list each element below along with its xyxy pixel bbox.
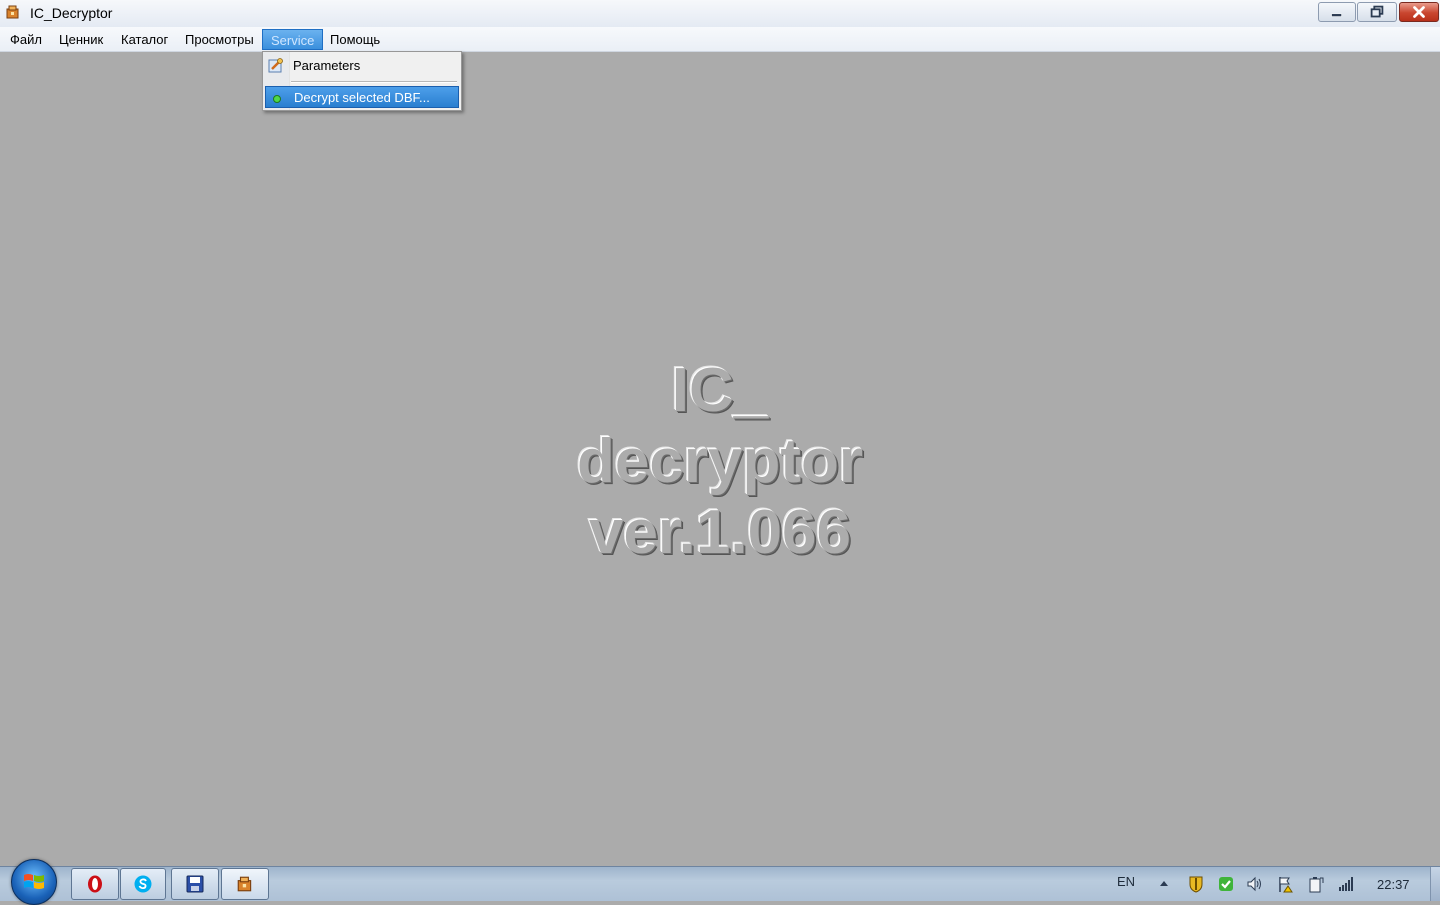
taskbar-skype-button[interactable] [120,868,166,900]
app-icon[interactable] [5,4,21,20]
opera-icon [88,875,102,893]
taskbar-opera-button[interactable] [71,868,119,900]
parameters-icon [268,58,283,73]
close-icon [1413,6,1425,18]
antivirus-shield-icon[interactable] [1187,875,1205,893]
splash-line-product-prefix: IC_ [671,356,769,425]
title-bar: IC_Decryptor [0,0,1440,28]
restore-icon [1370,5,1384,18]
start-button[interactable] [11,859,57,905]
service-menu-dropdown: Parameters Decrypt selected DBF... [262,51,462,111]
green-dot-icon [273,95,281,103]
window-title: IC_Decryptor [30,5,113,21]
splash-logo-text: IC_ decryptor ver.1.066 [520,355,920,568]
action-center-flag-icon[interactable] [1277,875,1295,893]
menu-bar: Файл Ценник Каталог Просмотры Service По… [0,27,1440,52]
taskbar: EN 22:37 [0,859,1440,905]
splash-line-version: ver.1.066 [588,498,852,567]
menu-item-label: Decrypt selected DBF... [294,90,430,105]
windows-logo-icon [24,874,44,889]
network-signal-icon[interactable] [1337,875,1355,893]
menu-catalog[interactable]: Каталог [113,29,176,50]
floppy-disk-icon [186,875,204,893]
restore-button[interactable] [1357,2,1397,22]
menu-file[interactable]: Файл [2,29,50,50]
menu-service[interactable]: Service [262,29,324,50]
close-button[interactable] [1399,2,1439,22]
show-desktop-button[interactable] [1430,867,1440,901]
menu-price-tag[interactable]: Ценник [51,29,111,50]
minimize-icon [1331,13,1342,17]
system-clock[interactable]: 22:37 [1377,877,1410,892]
show-hidden-icons-arrow-icon[interactable] [1155,875,1173,893]
language-indicator[interactable]: EN [1117,874,1135,889]
power-battery-icon[interactable] [1307,875,1325,893]
taskbar-save-app-button[interactable] [171,868,219,900]
volume-icon[interactable] [1246,875,1264,893]
splash-line-product-name: decryptor [577,427,863,496]
security-check-icon[interactable] [1217,875,1235,893]
menu-item-decrypt-selected-dbf[interactable]: Decrypt selected DBF... [265,86,459,108]
skype-icon [134,875,152,893]
menu-item-parameters[interactable]: Parameters [265,55,459,77]
menu-views[interactable]: Просмотры [177,29,262,50]
ic-decryptor-app-icon [237,876,252,892]
menu-item-label: Parameters [293,58,361,73]
menu-separator [291,81,457,83]
taskbar-ic-decryptor-button[interactable] [221,868,269,900]
minimize-button[interactable] [1318,2,1356,22]
menu-help[interactable]: Помощь [322,29,388,50]
